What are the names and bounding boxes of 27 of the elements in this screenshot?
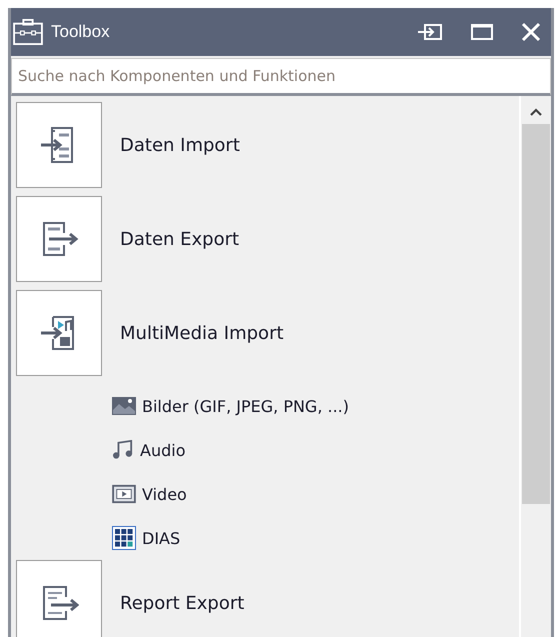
sub-item[interactable]: Video [16, 472, 519, 516]
sub-item[interactable]: DIAS [16, 516, 519, 560]
item-label: Report Export [120, 592, 244, 614]
image-icon [112, 396, 136, 416]
item-label: Daten Export [120, 228, 240, 250]
scroll-up-icon[interactable] [530, 108, 542, 116]
sub-item[interactable]: Audio [16, 428, 519, 472]
close-icon [521, 22, 541, 42]
grid-icon [112, 526, 136, 550]
toolbox-item[interactable]: Daten Export [16, 196, 519, 282]
toolbox-item[interactable]: Report Export [16, 560, 519, 637]
scroll-thumb[interactable] [522, 124, 550, 504]
sub-item[interactable]: Bilder (GIF, JPEG, PNG, ...) [16, 384, 519, 428]
window-title: Toolbox [51, 22, 110, 42]
maximize-button[interactable] [471, 23, 493, 41]
search-field[interactable]: Suche nach Komponenten und Funktionen [11, 58, 551, 96]
toolbox-item[interactable]: Daten Import [16, 102, 519, 188]
dock-icon [417, 23, 443, 41]
dock-button[interactable] [417, 23, 443, 41]
toolbox-item[interactable]: MultiMedia Import [16, 290, 519, 376]
item-label: Daten Import [120, 134, 240, 156]
scrollbar[interactable] [519, 96, 551, 637]
item-label: MultiMedia Import [120, 322, 284, 344]
close-button[interactable] [521, 22, 541, 42]
video-icon [112, 484, 136, 504]
maximize-icon [471, 23, 493, 41]
music-note-icon [112, 440, 134, 460]
